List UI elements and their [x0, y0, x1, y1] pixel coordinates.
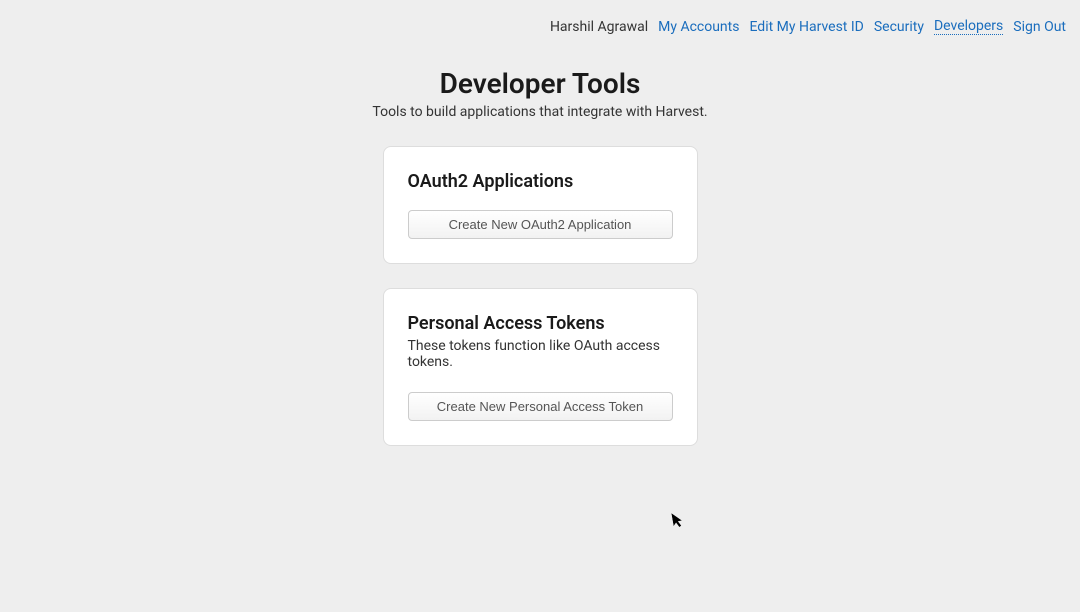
pat-card-title: Personal Access Tokens	[408, 313, 673, 334]
nav-developers[interactable]: Developers	[934, 18, 1003, 35]
main-content: Developer Tools Tools to build applicati…	[224, 67, 856, 446]
nav-edit-harvest-id[interactable]: Edit My Harvest ID	[749, 19, 863, 35]
cards-wrapper: OAuth2 Applications Create New OAuth2 Ap…	[383, 146, 698, 446]
top-nav: Harshil Agrawal My Accounts Edit My Harv…	[0, 0, 1080, 35]
create-personal-access-token-button[interactable]: Create New Personal Access Token	[408, 392, 673, 421]
nav-sign-out[interactable]: Sign Out	[1013, 19, 1066, 35]
nav-my-accounts[interactable]: My Accounts	[658, 19, 739, 35]
create-oauth-application-button[interactable]: Create New OAuth2 Application	[408, 210, 673, 239]
oauth-applications-card: OAuth2 Applications Create New OAuth2 Ap…	[383, 146, 698, 264]
page-subtitle: Tools to build applications that integra…	[224, 104, 856, 120]
page-title: Developer Tools	[224, 67, 856, 100]
pat-card-desc: These tokens function like OAuth access …	[408, 338, 673, 370]
user-name-label: Harshil Agrawal	[550, 19, 648, 35]
personal-access-tokens-card: Personal Access Tokens These tokens func…	[383, 288, 698, 446]
nav-security[interactable]: Security	[874, 19, 924, 35]
oauth-card-title: OAuth2 Applications	[408, 171, 673, 192]
cursor-icon	[671, 511, 686, 533]
